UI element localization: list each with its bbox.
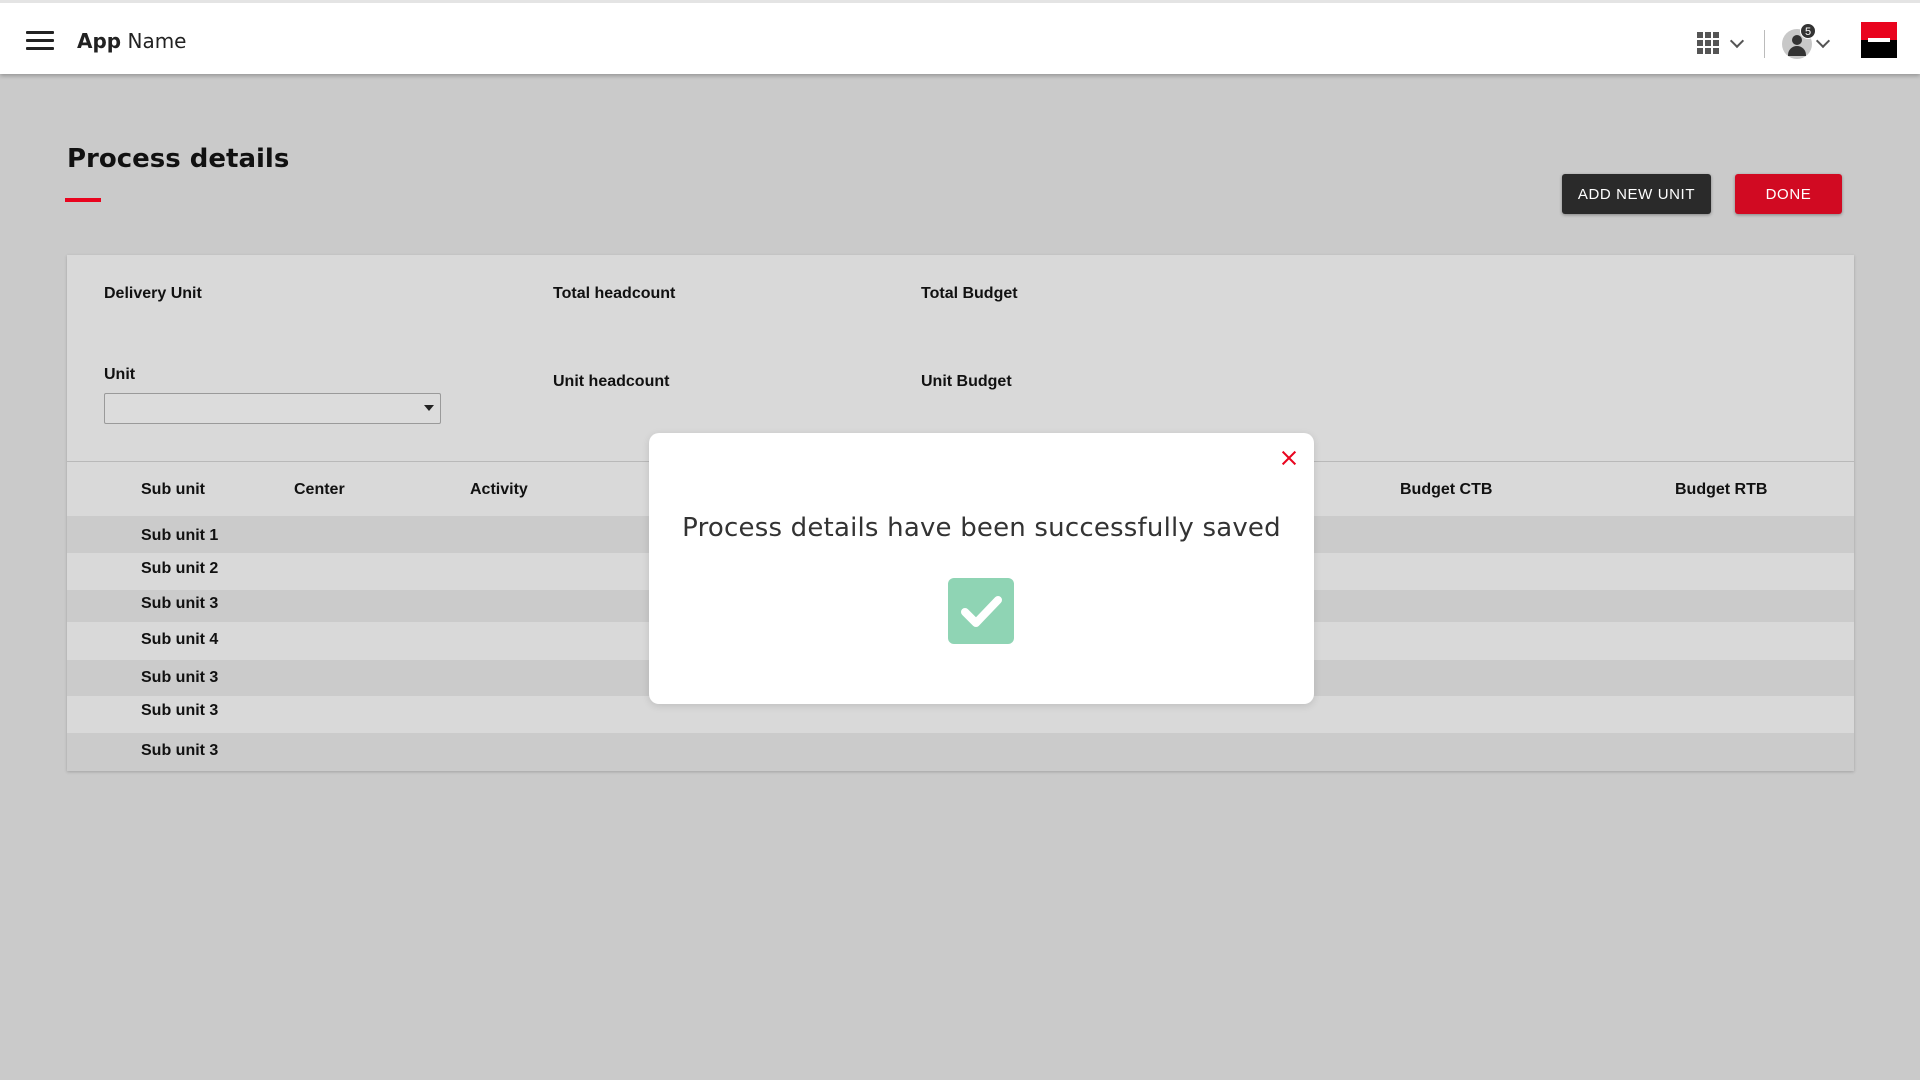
unit-headcount-label: Unit headcount — [553, 373, 670, 390]
unit-select[interactable] — [104, 393, 441, 424]
column-budget-rtb[interactable]: Budget RTB — [1675, 481, 1767, 499]
title-underline — [65, 198, 101, 202]
app-name-bold: App — [77, 29, 122, 53]
column-budget-ctb[interactable]: Budget CTB — [1400, 481, 1492, 499]
hamburger-menu-icon[interactable] — [26, 31, 54, 51]
add-new-unit-button[interactable]: ADD NEW UNIT — [1562, 174, 1711, 214]
total-budget-label: Total Budget — [921, 285, 1018, 302]
check-icon — [948, 578, 1014, 644]
sub-unit-cell: Sub unit 3 — [141, 742, 219, 759]
app-name: App Name — [77, 29, 187, 53]
sub-unit-cell: Sub unit 4 — [141, 631, 219, 648]
notification-badge: 5 — [1800, 23, 1816, 39]
sub-unit-cell: Sub unit 1 — [141, 527, 219, 544]
sub-unit-cell: Sub unit 2 — [141, 560, 219, 577]
success-dialog: Process details have been successfully s… — [649, 433, 1314, 704]
sub-unit-cell: Sub unit 3 — [141, 669, 219, 686]
total-headcount-label: Total headcount — [553, 285, 676, 302]
page-title: Process details — [67, 144, 290, 174]
top-bar: App Name 5 — [0, 0, 1920, 74]
unit-label: Unit — [104, 366, 136, 383]
brand-logo — [1861, 22, 1897, 58]
column-sub-unit[interactable]: Sub unit — [141, 481, 205, 499]
column-activity[interactable]: Activity — [470, 481, 528, 499]
caret-down-icon — [424, 405, 434, 411]
sub-unit-cell: Sub unit 3 — [141, 702, 219, 719]
done-button[interactable]: DONE — [1735, 174, 1842, 214]
user-chevron-down-icon[interactable] — [1815, 33, 1831, 49]
apps-grid-icon[interactable] — [1697, 32, 1719, 54]
close-icon[interactable] — [1278, 447, 1300, 469]
apps-chevron-down-icon[interactable] — [1729, 33, 1745, 49]
column-center[interactable]: Center — [294, 481, 345, 499]
success-message: Process details have been successfully s… — [682, 513, 1281, 543]
delivery-unit-label: Delivery Unit — [104, 285, 202, 302]
table-row[interactable]: Sub unit 3 — [67, 733, 1854, 771]
sub-unit-cell: Sub unit 3 — [141, 595, 219, 612]
header-divider — [1764, 30, 1765, 58]
app-name-rest: Name — [127, 29, 187, 53]
unit-budget-label: Unit Budget — [921, 373, 1012, 390]
